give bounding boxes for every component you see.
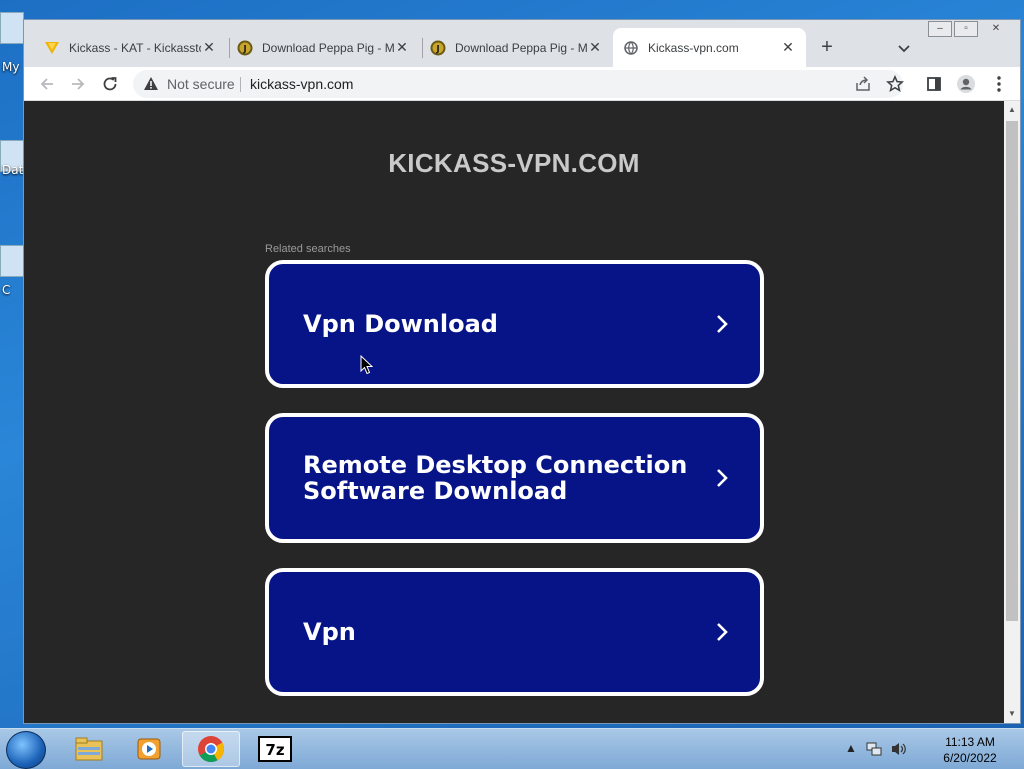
site-title: KICKASS-VPN.COM [388,148,640,178]
torrent-favicon-icon: J [430,40,446,56]
omnibox-divider [240,77,241,92]
chevron-right-icon [714,313,730,335]
tab-title: Kickass-vpn.com [648,40,739,55]
forward-arrow-icon[interactable] [67,73,89,95]
media-player-icon[interactable] [120,731,178,767]
kat-favicon-icon [44,40,60,56]
minimize-button[interactable]: – [928,21,952,37]
chrome-icon[interactable] [182,731,240,767]
desktop-label-data: Dat [2,163,24,177]
url-text[interactable]: kickass-vpn.com [250,76,353,92]
tab-peppa-pig-2[interactable]: J Download Peppa Pig - Movie ✕ [420,28,613,67]
close-tab-icon[interactable]: ✕ [394,39,410,56]
close-tab-icon[interactable]: ✕ [587,39,603,56]
more-menu-icon[interactable] [988,73,1010,95]
close-window-button[interactable]: ✕ [984,21,1008,37]
search-button-label: Remote Desktop Connection Software Downl… [303,451,688,505]
tab-kickass-vpn[interactable]: Kickass-vpn.com ✕ [613,28,806,67]
scrollbar-thumb[interactable] [1006,121,1018,621]
search-button-vpn-download[interactable]: Vpn Download [265,260,764,388]
search-button-label: Vpn Download [303,310,498,338]
address-bar[interactable]: Not secure kickass-vpn.com [133,70,903,98]
tab-title: Download Peppa Pig - Movie [262,40,394,55]
page-viewport: KICKASS-VPN.COM Related searches Vpn Dow… [24,101,1004,723]
profile-avatar-icon[interactable] [955,73,977,95]
clock-date: 6/20/2022 [943,751,997,765]
bookmark-star-icon[interactable] [884,73,906,95]
security-status-label[interactable]: Not secure [167,76,235,92]
desktop-label-other: C [2,283,11,297]
vertical-scrollbar[interactable]: ▲ ▼ [1004,101,1020,723]
back-arrow-icon[interactable] [36,73,58,95]
taskbar: 7z ▲ 11:13 AM 6/20/2022 [0,728,1024,769]
maximize-button[interactable]: ▫ [954,21,978,37]
scroll-up-icon[interactable]: ▲ [1008,105,1016,114]
chevron-right-icon [714,621,730,643]
desktop-label-computer: My [2,60,20,74]
chevron-right-icon [714,467,730,489]
start-button[interactable] [6,731,46,769]
taskbar-clock[interactable]: 11:13 AM 6/20/2022 [930,734,1010,766]
close-tab-icon[interactable]: ✕ [201,39,217,56]
tray-arrow-icon[interactable]: ▲ [845,741,857,755]
torrent-favicon-icon: J [237,40,253,56]
chevron-down-icon[interactable] [894,38,914,58]
browser-window: Kickass - KAT - Kickasstorr ✕ J Download… [23,19,1021,724]
svg-text:J: J [435,44,439,54]
globe-icon [623,40,639,56]
tab-strip: Kickass - KAT - Kickasstorr ✕ J Download… [24,20,1020,67]
svg-text:7z: 7z [265,741,284,759]
warning-triangle-icon[interactable] [143,76,159,94]
search-button-vpn[interactable]: Vpn [265,568,764,696]
tab-title: Kickass - KAT - Kickasstorr [69,40,201,55]
clock-time: 11:13 AM [945,735,995,749]
share-icon[interactable] [852,73,874,95]
tab-kickass-kat[interactable]: Kickass - KAT - Kickasstorr ✕ [34,28,227,67]
new-tab-button[interactable]: + [814,36,840,60]
mouse-cursor-icon [360,354,374,380]
related-searches-label: Related searches [265,243,351,255]
side-panel-icon[interactable] [923,73,945,95]
reload-icon[interactable] [99,73,121,95]
desktop-icon-other[interactable] [0,245,24,277]
search-button-remote-desktop[interactable]: Remote Desktop Connection Software Downl… [265,413,764,543]
search-button-label: Vpn [303,618,356,646]
tab-title: Download Peppa Pig - Movie [455,40,587,55]
file-explorer-icon[interactable] [60,731,118,767]
tab-peppa-pig-1[interactable]: J Download Peppa Pig - Movie ✕ [227,28,420,67]
browser-toolbar: Not secure kickass-vpn.com [24,67,1020,101]
close-tab-icon[interactable]: ✕ [780,39,796,56]
volume-icon[interactable] [890,741,908,760]
scroll-down-icon[interactable]: ▼ [1008,709,1016,718]
network-icon[interactable] [866,741,882,760]
7zip-icon[interactable]: 7z [246,731,304,767]
svg-text:J: J [242,44,246,54]
desktop-icon-computer[interactable] [0,12,24,44]
